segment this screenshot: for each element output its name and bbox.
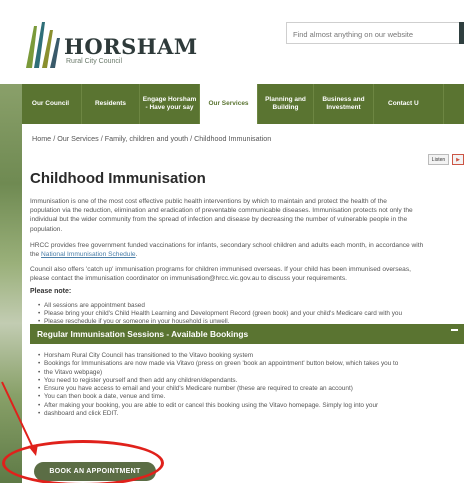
schedule-line: the National Immunisation Schedule. — [30, 250, 464, 259]
accordion-header[interactable]: Regular Immunisation Sessions - Availabl… — [30, 324, 464, 344]
catchup-line: please contact the immunisation coordina… — [30, 275, 347, 283]
collapse-icon[interactable] — [451, 329, 458, 331]
catchup-paragraph: Council also offers 'catch up' immunisat… — [30, 265, 464, 283]
schedule-prefix: the — [30, 251, 40, 259]
list-item: dashboard and click EDIT. — [38, 410, 398, 419]
list-item: All sessions are appointment based — [38, 302, 402, 310]
list-item: You can then book a date, venue and time… — [38, 393, 398, 402]
catchup-line: Council also offers 'catch up' immunisat… — [30, 266, 411, 273]
nav-planning-building[interactable]: Planning and Building — [258, 84, 314, 124]
list-item: the Vitavo webpage) — [38, 369, 398, 378]
search-input[interactable] — [291, 24, 455, 44]
brand-name: HORSHAM — [64, 34, 198, 59]
intro-line: population via the reduction, eliminatio… — [30, 207, 413, 215]
listen-button[interactable]: Listen — [427, 154, 450, 165]
nav-our-council[interactable]: Our Council — [20, 84, 82, 124]
intro-line: population. — [30, 225, 63, 233]
logo-mark-icon — [26, 22, 60, 68]
schedule-link[interactable]: National Immunisation Schedule — [41, 251, 136, 258]
note-title: Please note: — [30, 288, 72, 295]
accordion-title: Regular Immunisation Sessions - Availabl… — [37, 329, 249, 339]
page-tools: Listen ▶ — [427, 154, 464, 165]
site-logo[interactable]: HORSHAM Rural City Council — [22, 20, 197, 70]
schedule-paragraph: HRCC provides free government funded vac… — [30, 241, 464, 259]
page-title: Childhood Immunisation — [30, 170, 206, 187]
site-header: HORSHAM Rural City Council — [0, 0, 464, 84]
nav-our-services[interactable]: Our Services — [200, 84, 258, 124]
nav-contact[interactable]: Contact U — [374, 84, 444, 124]
search-box — [286, 22, 464, 44]
page: HORSHAM Rural City Council Our Council R… — [0, 0, 464, 483]
list-item: Ensure you have access to email and your… — [38, 385, 398, 394]
intro-line: Immunisation is one of the most cost eff… — [30, 198, 387, 205]
breadcrumb-our-services[interactable]: Our Services — [57, 134, 99, 143]
note-list: All sessions are appointment based Pleas… — [30, 302, 402, 326]
schedule-line: HRCC provides free government funded vac… — [30, 242, 424, 249]
list-item: Bookings for Immunisations are now made … — [38, 360, 398, 369]
list-item: Please bring your child's Child Health L… — [38, 310, 402, 318]
breadcrumb: Home / Our Services / Family, children and y… — [32, 134, 272, 143]
list-item: After making your booking, you are able … — [38, 402, 398, 411]
schedule-suffix: . — [135, 251, 138, 259]
list-item: Horsham Rural City Council has transitio… — [38, 352, 398, 361]
brand-subtitle: Rural City Council — [66, 58, 123, 65]
nav-business-investment[interactable]: Business and Investment — [314, 84, 374, 124]
breadcrumb-family[interactable]: Family, children and youth — [105, 134, 188, 143]
play-button[interactable]: ▶ — [452, 154, 464, 165]
main-content: Home / Our Services / Family, children and y… — [22, 124, 464, 483]
booking-list: Horsham Rural City Council has transitio… — [30, 352, 398, 419]
nav-residents[interactable]: Residents — [82, 84, 140, 124]
annotation-ellipse — [2, 440, 164, 483]
main-nav: Our Council Residents Engage Horsham - H… — [0, 84, 464, 124]
intro-paragraph: Immunisation is one of the most cost eff… — [30, 197, 464, 234]
search-button[interactable] — [459, 22, 464, 44]
breadcrumb-home[interactable]: Home — [32, 134, 51, 143]
intro-line: individual but the wider community from … — [30, 216, 408, 224]
nav-engage[interactable]: Engage Horsham - Have your say — [140, 84, 200, 124]
list-item: You need to register yourself and then a… — [38, 377, 398, 386]
breadcrumb-current: Childhood Immunisation — [194, 134, 272, 143]
